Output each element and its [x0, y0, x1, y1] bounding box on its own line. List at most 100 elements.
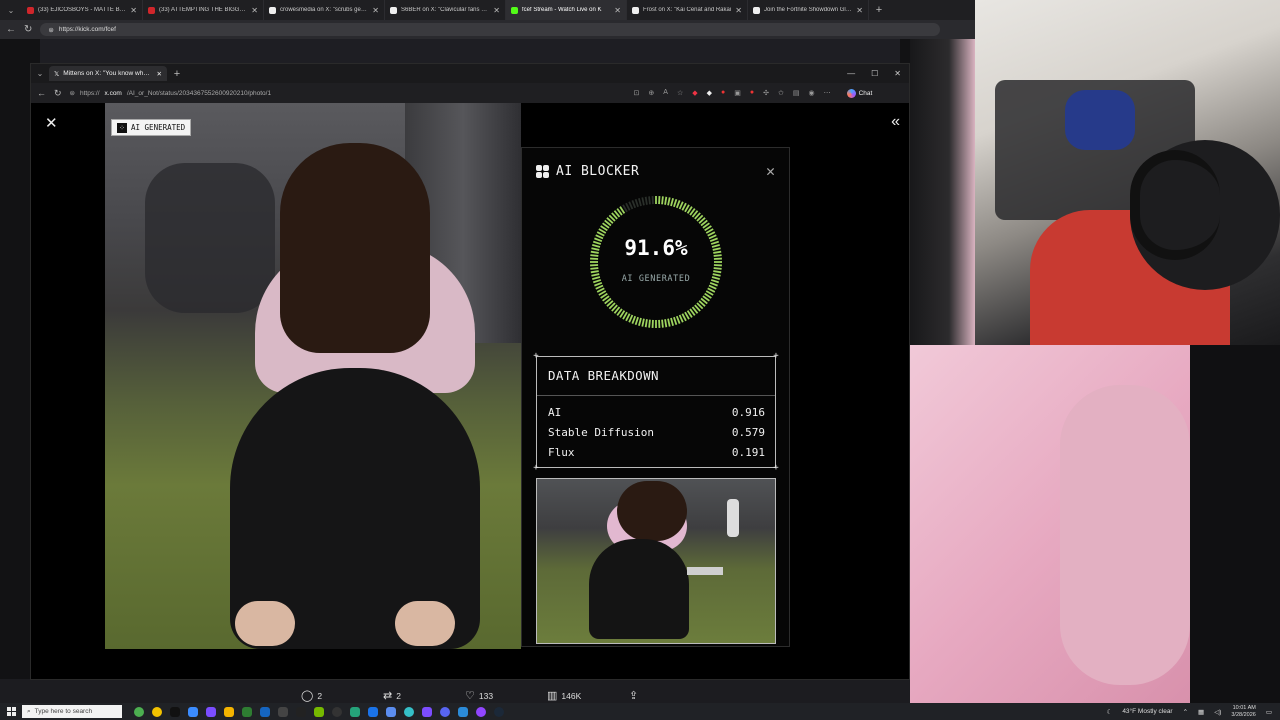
notification-icon[interactable]: ▭ — [1266, 708, 1272, 716]
extension-icon[interactable]: ● — [721, 89, 725, 97]
photo-gym-machine — [145, 163, 275, 313]
inner-tab-strip: ⌄ 𝕏 Mittens on X: "You know what I t ✕ +… — [31, 64, 909, 83]
app-icon[interactable] — [170, 706, 180, 717]
post-photo[interactable] — [105, 103, 521, 649]
steam-app-icon[interactable] — [494, 706, 504, 717]
tab-close-icon[interactable]: ✕ — [493, 6, 500, 15]
chrome-app-icon[interactable] — [134, 706, 144, 717]
extensions-puzzle-icon[interactable]: ✣ — [763, 89, 769, 97]
app-icon[interactable] — [332, 706, 342, 717]
site-info-icon[interactable]: ⊜ — [48, 26, 53, 34]
tab-close-icon[interactable]: ✕ — [251, 6, 258, 15]
outer-tab[interactable]: Join the Fortnite Showdown Glob ✕ — [748, 0, 869, 20]
gauge-tick — [664, 196, 668, 205]
share-button[interactable]: ⇪ — [629, 689, 711, 702]
windows-start-icon[interactable] — [0, 707, 22, 716]
file-explorer-icon[interactable] — [224, 706, 234, 717]
new-tab-icon[interactable]: + — [869, 4, 889, 16]
tab-close-icon[interactable]: ✕ — [735, 6, 742, 15]
app-icon[interactable] — [476, 706, 486, 717]
inner-tab-active[interactable]: 𝕏 Mittens on X: "You know what I t ✕ — [49, 66, 167, 81]
collections-icon[interactable]: ▤ — [793, 89, 800, 97]
taskbar-clock[interactable]: 10:01 AM 3/28/2026 — [1231, 705, 1255, 719]
read-aloud-icon[interactable]: A — [663, 89, 668, 97]
taskbar-search-box[interactable]: ⌕ Type here to search — [22, 705, 122, 718]
zoom-icon[interactable]: ⊕ — [648, 89, 654, 97]
tab-close-icon[interactable]: ✕ — [157, 70, 162, 78]
profile-avatar-icon[interactable]: ◉ — [809, 89, 815, 97]
minimize-icon[interactable]: — — [847, 69, 855, 78]
repost-button[interactable]: ⇄ 2 — [383, 689, 465, 702]
gauge-tick — [648, 196, 651, 205]
outer-tab[interactable]: S6BER on X: "Clavicular fans are S ✕ — [385, 0, 506, 20]
app-icon[interactable] — [188, 706, 198, 717]
close-viewer-icon[interactable]: ✕ — [45, 114, 58, 132]
extension-icon[interactable]: ◆ — [692, 89, 697, 97]
analyzed-image-thumbnail — [536, 478, 776, 644]
maximize-icon[interactable]: ☐ — [871, 69, 878, 78]
tray-chevron-icon[interactable]: ⌃ — [1183, 708, 1188, 716]
favorite-star-icon[interactable]: ☆ — [677, 89, 683, 97]
app-icon[interactable] — [350, 706, 360, 717]
close-window-icon[interactable]: ✕ — [894, 69, 901, 78]
outer-tab[interactable]: crowesmedia on X: "scrubs gets s ✕ — [264, 0, 385, 20]
outer-tab-active[interactable]: fcef Stream - Watch Live on K ✕ — [506, 0, 627, 20]
weather-text[interactable]: 43°F Mostly clear — [1122, 708, 1172, 715]
extension-icon[interactable]: ● — [750, 89, 754, 97]
app-icon[interactable] — [206, 706, 216, 717]
app-icon[interactable] — [368, 706, 378, 717]
app-icon[interactable] — [152, 706, 162, 717]
favorites-icon[interactable]: ✩ — [778, 89, 784, 97]
app-icon[interactable] — [404, 706, 414, 717]
gauge-tick — [631, 200, 637, 209]
more-menu-icon[interactable]: ⋯ — [824, 89, 831, 97]
outer-tab[interactable]: Frost on X: "Kai Cenat and Rakai ✕ — [627, 0, 748, 20]
views-button[interactable]: ▥ 146K — [547, 689, 629, 702]
clock-time: 10:01 AM — [1232, 704, 1256, 711]
tab-close-icon[interactable]: ✕ — [614, 6, 621, 15]
refresh-icon[interactable]: ↻ — [24, 24, 32, 35]
app-icon[interactable] — [260, 706, 270, 717]
nvidia-app-icon[interactable] — [314, 706, 324, 717]
app-icon[interactable] — [458, 706, 468, 717]
app-icon[interactable] — [278, 706, 288, 717]
refresh-icon[interactable]: ↻ — [54, 88, 62, 99]
tab-close-icon[interactable]: ✕ — [372, 6, 379, 15]
tab-close-icon[interactable]: ✕ — [130, 6, 137, 15]
url-domain: x.com — [104, 89, 122, 97]
weather-icon[interactable]: ☾ — [1106, 708, 1112, 716]
collapse-sidebar-icon[interactable]: « — [891, 113, 900, 131]
extension-icon[interactable]: ▣ — [734, 89, 741, 97]
outer-tab[interactable]: (33) ATTEMPTING THE BIGGEST ✕ — [143, 0, 264, 20]
app-icon[interactable] — [386, 706, 396, 717]
app-icon[interactable] — [242, 706, 252, 717]
volume-icon[interactable]: ◁) — [1214, 708, 1221, 716]
tab-list-chevron-icon[interactable]: ⌄ — [31, 69, 49, 78]
breakdown-value: 0.579 — [731, 426, 765, 439]
app-icon[interactable] — [422, 706, 432, 717]
tab-list-chevron-icon[interactable]: ⌄ — [0, 6, 22, 15]
close-panel-icon[interactable]: ✕ — [766, 162, 775, 180]
app-icon[interactable] — [296, 706, 306, 717]
network-icon[interactable]: ▦ — [1198, 708, 1204, 716]
back-arrow-icon[interactable]: ← — [6, 24, 16, 35]
inner-url-field[interactable]: ⊜ https:// x.com/AI_or_Not/status/2034367… — [70, 87, 620, 100]
heart-icon: ♡ — [465, 690, 475, 702]
extension-icon[interactable]: ◆ — [707, 89, 712, 97]
youtube-favicon-icon — [27, 6, 34, 14]
discord-app-icon[interactable] — [440, 706, 450, 717]
tab-close-icon[interactable]: ✕ — [856, 6, 863, 15]
site-info-icon[interactable]: ⊜ — [70, 89, 75, 97]
pink-area-shadow — [1190, 345, 1280, 703]
back-arrow-icon[interactable]: ← — [37, 88, 46, 98]
gauge-tick — [661, 196, 664, 205]
outer-tab[interactable]: (33) EJICOSBOYS - MATTE BLAC ✕ — [22, 0, 143, 20]
copilot-chat-button[interactable]: Chat — [846, 88, 872, 98]
new-tab-icon[interactable]: + — [167, 68, 187, 80]
outer-url-field[interactable]: ⊜ https://kick.com/fcef — [40, 23, 941, 36]
reply-button[interactable]: ◯ 2 — [301, 689, 383, 702]
ai-generated-badge[interactable]: ⁘ AI GENERATED — [111, 119, 192, 136]
like-button[interactable]: ♡ 133 — [465, 689, 547, 702]
breakdown-row: Flux 0.191 — [548, 446, 765, 459]
install-app-icon[interactable]: ⊡ — [634, 89, 640, 97]
